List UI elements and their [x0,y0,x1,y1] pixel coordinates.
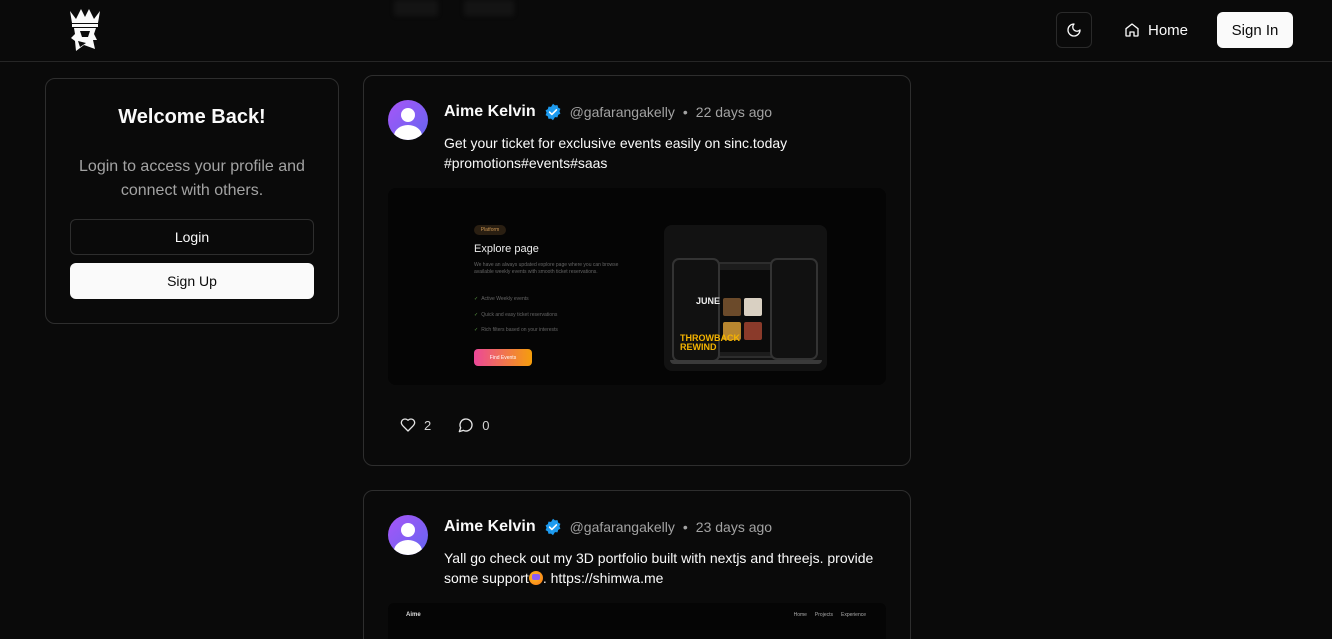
theme-toggle-button[interactable] [1056,12,1092,48]
media-nav: Home Projects Experience [794,612,866,618]
media-phone-text: THROWBACK REWIND [680,333,740,352]
meta-separator: • [682,519,688,535]
heart-icon [400,418,416,432]
media-cta: Find Events [474,349,532,366]
home-label: Home [1148,21,1189,39]
like-count: 2 [424,417,432,433]
moon-icon [1067,23,1081,37]
emoji-icon [528,571,543,585]
post-card: Aime Kelvin @gafarangakelly • 23 days ag… [363,490,911,639]
home-icon [1125,23,1139,37]
post-actions: 2 0 [400,417,489,433]
author-handle[interactable]: @gafarangakelly [570,519,675,535]
author-name[interactable]: Aime Kelvin [444,518,536,536]
home-link[interactable]: Home [1124,12,1188,48]
verified-badge-icon [545,518,561,536]
comment-button[interactable]: 0 [458,417,489,433]
media-phone-text: JUNE [696,296,721,306]
post-image[interactable]: Aime Home Projects Experience [388,603,886,639]
media-nav-item: Experience [840,612,866,618]
author-handle[interactable]: @gafarangakelly [570,104,675,120]
media-feature: ✓ Active Weekly events [474,296,529,302]
login-button[interactable]: Login [70,219,314,255]
post-text-line: some support. https://shimwa.me [444,570,664,586]
media-nav-item: Home [793,612,807,618]
post-timestamp: 22 days ago [695,104,773,120]
post-meta: Aime Kelvin @gafarangakelly • 23 days ag… [444,517,772,537]
like-button[interactable]: 2 [400,417,431,433]
welcome-title: Welcome Back! [118,106,266,128]
media-tile [723,298,741,316]
meta-separator: • [682,104,688,120]
verified-badge-icon [545,103,561,121]
media-feature: ✓ Quick and easy ticket reservations [474,312,558,318]
media-nav-item: Projects [814,612,833,618]
post-timestamp: 23 days ago [695,519,773,535]
media-brand: Aime [406,612,421,618]
post-meta: Aime Kelvin @gafarangakelly • 22 days ag… [444,102,772,122]
avatar[interactable] [388,515,428,555]
sign-in-button[interactable]: Sign In [1217,12,1293,48]
media-tile [744,298,762,316]
header-ghost-nav [394,0,524,20]
avatar[interactable] [388,100,428,140]
post-text: Yall go check out my 3D portfolio built … [444,548,884,588]
post-card: Aime Kelvin @gafarangakelly • 22 days ag… [363,75,911,466]
media-tile [744,322,762,340]
post-text-line: Yall go check out my 3D portfolio built … [444,550,874,566]
media-feature: ✓ Rich filters based on your interests [474,327,558,333]
post-text: Get your ticket for exclusive events eas… [444,133,884,173]
comment-count: 0 [482,417,490,433]
king-logo-icon[interactable] [66,7,104,53]
media-description: We have an always updated explore page w… [474,262,619,275]
author-name[interactable]: Aime Kelvin [444,103,536,121]
post-hashtags[interactable]: #promotions#events#saas [444,153,884,173]
top-navbar: Home Sign In [0,0,1332,62]
post-text-line: Get your ticket for exclusive events eas… [444,135,788,151]
comment-icon [458,418,473,433]
post-link[interactable]: . https://shimwa.me [543,570,664,586]
sign-up-button[interactable]: Sign Up [70,263,314,299]
welcome-description: Login to access your profile and connect… [79,158,305,199]
media-phone [770,258,818,360]
media-badge: Platform [474,225,506,235]
post-image[interactable]: Platform Explore page We have an always … [388,188,886,385]
media-laptop-base [670,360,822,364]
media-title: Explore page [474,243,539,255]
welcome-card: Welcome Back! Login to access your profi… [45,78,339,324]
